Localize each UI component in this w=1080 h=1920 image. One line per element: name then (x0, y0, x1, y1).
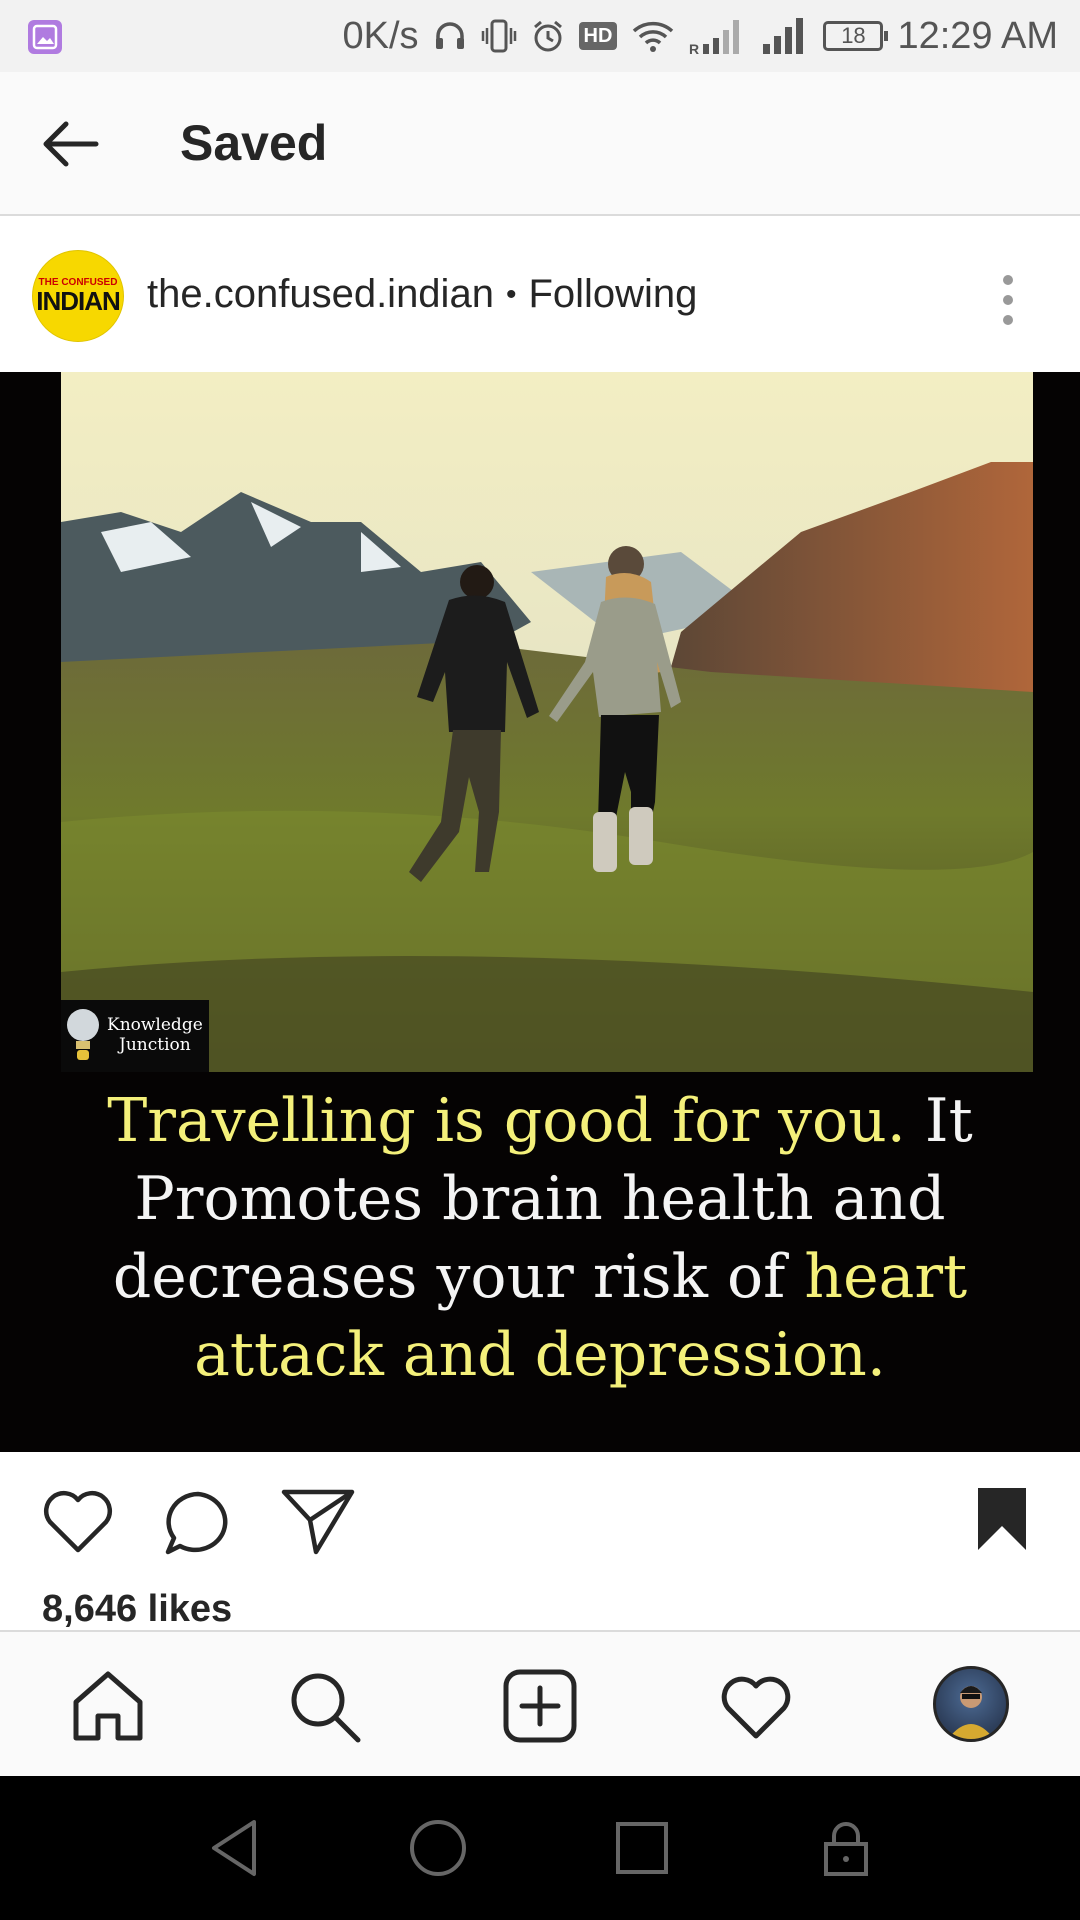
post-header: THE CONFUSED INDIAN the.confused.indian … (0, 216, 1080, 372)
battery-level: 18 (841, 23, 866, 48)
back-triangle-icon[interactable] (202, 1816, 266, 1880)
home-circle-icon[interactable] (406, 1816, 470, 1880)
lightbulb-icon (67, 1009, 99, 1060)
separator-dot: • (505, 277, 517, 311)
svg-text:R: R (689, 41, 699, 56)
android-navigation-bar (0, 1776, 1080, 1920)
post-image[interactable]: Knowledge Junction Travelling is good fo… (0, 372, 1080, 1452)
wifi-icon (633, 21, 674, 52)
activity-heart-icon[interactable] (718, 1668, 794, 1744)
following-status[interactable]: Following (528, 272, 697, 317)
post-username[interactable]: the.confused.indian (147, 272, 494, 317)
signal-roaming-icon: R (689, 20, 740, 56)
home-icon[interactable] (70, 1668, 146, 1744)
heart-icon[interactable] (40, 1486, 116, 1561)
vibrate-icon (481, 19, 516, 53)
post-quote: Travelling is good for you. It Promotes … (30, 1082, 1050, 1394)
hd-badge: HD (578, 22, 618, 50)
more-options-icon[interactable] (996, 270, 1020, 330)
clock: 12:29 AM (897, 14, 1058, 57)
comment-icon[interactable] (162, 1488, 234, 1563)
post-author-avatar[interactable]: THE CONFUSED INDIAN (32, 250, 124, 342)
search-icon[interactable] (286, 1668, 362, 1744)
quote-highlight-1: Travelling is good for you. (107, 1086, 906, 1156)
post-action-bar: 8,646 likes (0, 1452, 1080, 1632)
badge-line-2: Junction (119, 1035, 191, 1055)
lock-icon[interactable] (814, 1816, 878, 1880)
back-arrow-icon[interactable] (38, 116, 104, 172)
signal-icon (763, 18, 804, 54)
recents-square-icon[interactable] (610, 1816, 674, 1880)
network-speed: 0K/s (342, 14, 419, 57)
gallery-notification-icon (28, 20, 62, 54)
bottom-navigation (0, 1630, 1080, 1776)
travel-photo (61, 372, 1033, 1072)
top-header: Saved (0, 72, 1080, 216)
paper-plane-icon[interactable] (280, 1486, 356, 1563)
headphones-icon (435, 22, 464, 49)
bookmark-icon[interactable] (976, 1486, 1028, 1557)
post-user-line: the.confused.indian • Following (147, 272, 697, 317)
knowledge-junction-badge: Knowledge Junction (61, 1000, 209, 1072)
avatar-logo-main: INDIAN (36, 286, 121, 316)
battery-icon: 18 (823, 21, 889, 51)
alarm-icon (533, 20, 562, 52)
profile-avatar[interactable] (933, 1666, 1009, 1742)
badge-line-1: Knowledge (107, 1015, 203, 1036)
likes-count[interactable]: 8,646 likes (42, 1588, 232, 1631)
page-title: Saved (180, 115, 328, 171)
new-post-icon[interactable] (502, 1668, 578, 1744)
status-bar: 0K/s HD R 18 12:29 AM (0, 0, 1080, 72)
